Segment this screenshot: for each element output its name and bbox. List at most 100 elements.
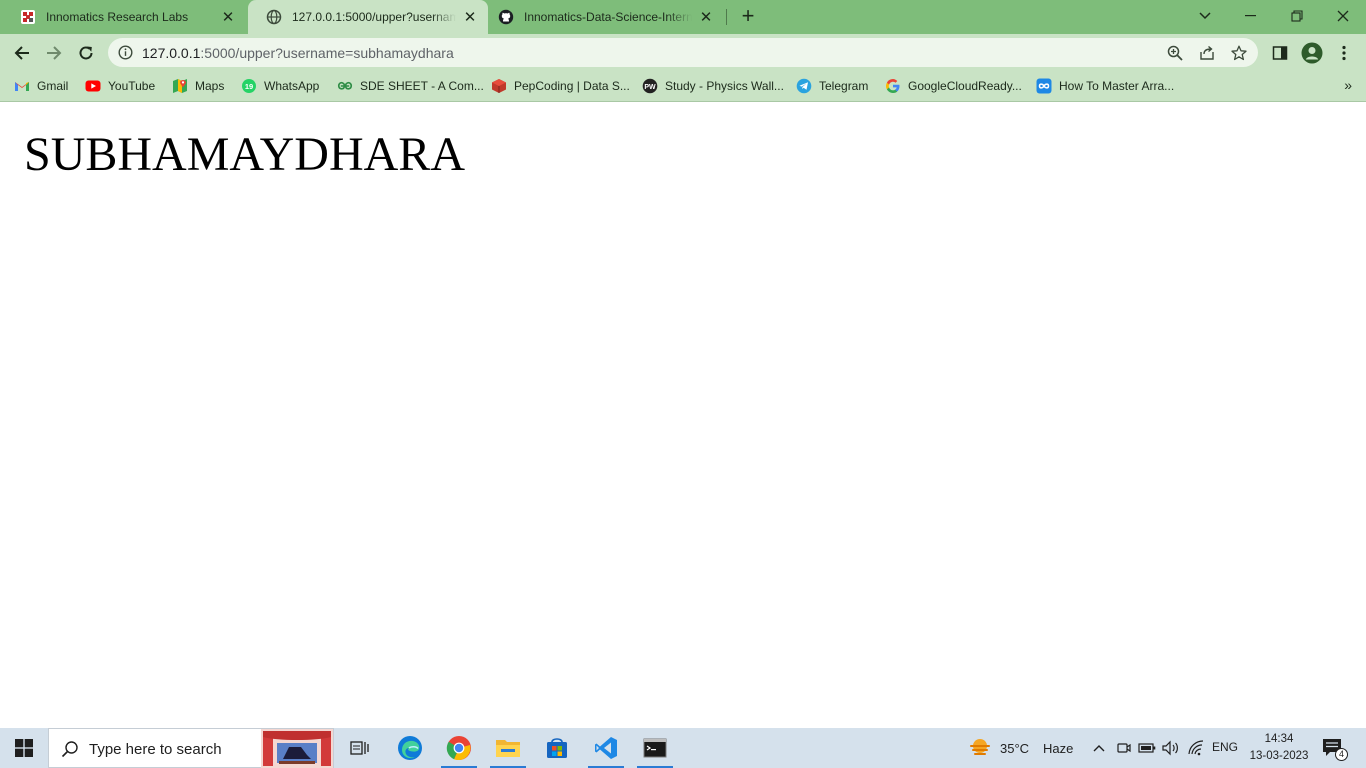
bookmarks-bar: Gmail YouTube Maps 19 WhatsApp SDE SHEET… — [0, 71, 1366, 102]
bookmark-pepcoding[interactable]: PepCoding | Data S... — [491, 76, 630, 96]
search-highlight-image[interactable] — [261, 729, 333, 768]
physicswallah-icon: PW — [642, 78, 658, 94]
share-icon[interactable] — [1198, 44, 1216, 62]
bookmark-youtube[interactable]: YouTube — [85, 76, 155, 96]
start-button[interactable] — [0, 728, 48, 768]
tab-divider — [726, 9, 727, 25]
bookmark-master-arrays[interactable]: How To Master Arra... — [1036, 76, 1174, 96]
bookmark-whatsapp[interactable]: 19 WhatsApp — [241, 76, 319, 96]
bookmark-sde-sheet[interactable]: SDE SHEET - A Com... — [337, 76, 484, 96]
svg-text:PW: PW — [644, 84, 656, 91]
windows-taskbar: Type here to search 35°C Haze ENG 14:34 … — [0, 728, 1366, 768]
search-placeholder: Type here to search — [89, 741, 222, 758]
tab-close-icon[interactable]: ✕ — [220, 9, 236, 26]
page-content: SUBHAMAYDHARA — [0, 102, 1366, 728]
back-button[interactable] — [9, 40, 35, 66]
clock-time: 14:34 — [1264, 733, 1294, 745]
notification-center-button[interactable]: 4 — [1322, 738, 1348, 761]
taskbar-search-box[interactable]: Type here to search — [48, 728, 334, 768]
weather-condition: Haze — [1043, 740, 1074, 756]
bookmark-label: Study - Physics Wall... — [665, 79, 784, 93]
battery-icon[interactable] — [1138, 739, 1156, 757]
whatsapp-icon: 19 — [241, 78, 257, 94]
profile-avatar-icon[interactable] — [1299, 40, 1325, 66]
tab-localhost[interactable]: 127.0.0.1:5000/upper?username=subhamaydh… — [248, 0, 488, 34]
google-icon — [885, 78, 901, 94]
bookmark-label: How To Master Arra... — [1059, 79, 1175, 93]
bookmark-label: YouTube — [108, 79, 156, 93]
taskbar-clock[interactable]: 14:34 13-03-2023 — [1244, 731, 1314, 765]
meet-now-icon[interactable] — [1114, 739, 1132, 757]
url-path: :5000/upper?username=subhamaydhara — [200, 45, 454, 61]
wifi-icon[interactable] — [1187, 739, 1205, 757]
tab-strip: Innomatics Research Labs ✕ 127.0.0.1:500… — [0, 0, 1366, 34]
side-panel-icon[interactable] — [1267, 40, 1293, 66]
show-hidden-icons-chevron-icon[interactable] — [1090, 739, 1108, 757]
more-bookmarks-chevron-icon[interactable]: » — [1344, 77, 1352, 93]
volume-icon[interactable] — [1162, 739, 1180, 757]
infinity-icon — [1036, 78, 1052, 94]
site-info-icon[interactable] — [118, 45, 133, 60]
close-window-button[interactable] — [1331, 4, 1355, 28]
terminal-icon — [643, 738, 667, 758]
bookmark-star-icon[interactable] — [1230, 44, 1248, 62]
input-language-indicator[interactable]: ENG — [1212, 740, 1238, 754]
forward-button[interactable] — [41, 40, 67, 66]
page-heading: SUBHAMAYDHARA — [24, 128, 465, 181]
bookmark-label: GoogleCloudReady... — [908, 79, 1022, 93]
bookmark-label: WhatsApp — [264, 79, 320, 93]
tab-github[interactable]: Innomatics-Data-Science-Internship ✕ — [480, 0, 724, 34]
taskbar-microsoft-store[interactable] — [537, 728, 577, 768]
pepcoding-icon — [491, 78, 507, 94]
minimize-button[interactable] — [1239, 4, 1263, 28]
new-tab-button[interactable]: + — [738, 5, 758, 27]
svg-text:19: 19 — [245, 82, 253, 91]
task-view-icon — [350, 741, 369, 755]
taskbar-terminal[interactable] — [635, 728, 675, 768]
bookmark-maps[interactable]: Maps — [172, 76, 224, 96]
store-icon — [547, 738, 567, 758]
bookmark-google-cloud[interactable]: GoogleCloudReady... — [885, 76, 1022, 96]
tab-close-icon[interactable]: ✕ — [462, 9, 478, 26]
tab-search-chevron-icon[interactable] — [1193, 4, 1217, 28]
bookmark-gmail[interactable]: Gmail — [14, 76, 68, 96]
address-bar[interactable]: 127.0.0.1:5000/upper?username=subhamaydh… — [108, 38, 1258, 67]
youtube-icon — [85, 78, 101, 94]
reload-button[interactable] — [73, 40, 99, 66]
taskbar-chrome[interactable] — [439, 728, 479, 768]
clock-date: 13-03-2023 — [1249, 750, 1309, 762]
notification-count-badge: 4 — [1335, 748, 1348, 761]
gmail-icon — [14, 78, 30, 94]
weather-temperature: 35°C — [1000, 740, 1030, 756]
weather-widget[interactable]: 35°C Haze — [968, 728, 1073, 768]
bookmark-label: SDE SHEET - A Com... — [360, 79, 484, 93]
chrome-icon — [446, 736, 471, 761]
maps-icon — [172, 78, 188, 94]
innomatics-favicon-icon — [20, 9, 36, 25]
bookmark-physics-wallah[interactable]: PW Study - Physics Wall... — [642, 76, 784, 96]
tab-innomatics[interactable]: Innomatics Research Labs ✕ — [2, 0, 246, 34]
search-icon — [61, 740, 79, 758]
tab-title: 127.0.0.1:5000/upper?username=subhamaydh… — [292, 10, 456, 24]
task-view-button[interactable] — [340, 728, 380, 768]
edge-icon — [398, 736, 422, 760]
telegram-icon — [796, 78, 812, 94]
tab-close-icon[interactable]: ✕ — [698, 9, 714, 26]
folder-icon — [496, 740, 520, 757]
tab-title: Innomatics-Data-Science-Internship — [524, 10, 692, 24]
bookmark-label: PepCoding | Data S... — [514, 79, 630, 93]
browser-menu-icon[interactable] — [1331, 40, 1357, 66]
gfg-icon — [337, 78, 353, 94]
globe-icon — [266, 9, 282, 25]
haze-weather-icon — [970, 739, 990, 755]
restore-button[interactable] — [1285, 4, 1309, 28]
bookmark-label: Maps — [195, 79, 225, 93]
bookmark-telegram[interactable]: Telegram — [796, 76, 868, 96]
vscode-icon — [595, 737, 617, 759]
taskbar-file-explorer[interactable] — [488, 728, 528, 768]
taskbar-edge[interactable] — [390, 728, 430, 768]
taskbar-vscode[interactable] — [586, 728, 626, 768]
zoom-icon[interactable] — [1166, 44, 1184, 62]
url-text[interactable]: 127.0.0.1:5000/upper?username=subhamaydh… — [142, 45, 454, 61]
browser-toolbar: 127.0.0.1:5000/upper?username=subhamaydh… — [0, 34, 1366, 71]
